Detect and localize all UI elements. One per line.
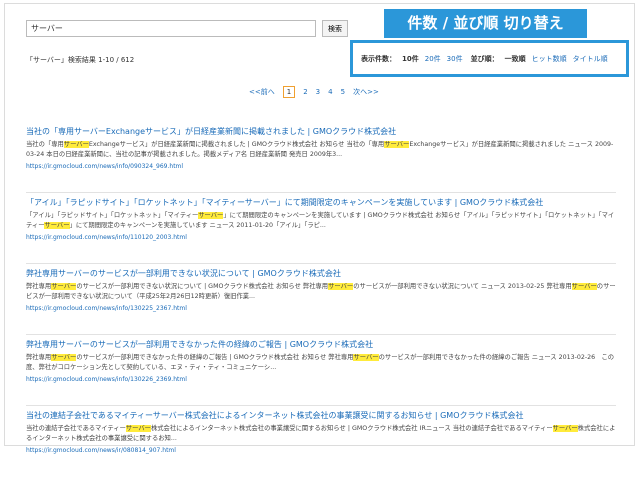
result-count: 「サーバー」検索結果 1-10 / 612 <box>26 56 135 64</box>
snippet-text: 弊社専用 <box>26 283 52 290</box>
count-option-20[interactable]: 20件 <box>425 54 441 64</box>
keyword-highlight: サーバー <box>198 212 224 219</box>
snippet-text: 「アイル」「ラピッドサイト」「ロケットネット」「マイティー <box>26 212 199 219</box>
keyword-highlight: サーバー <box>384 141 410 148</box>
snippet-text: のサービスが一部利用できない状況について ニュース 2013-02-25 弊社専… <box>353 283 572 290</box>
result-url-link[interactable]: https://ir.gmocloud.com/news/info/130225… <box>26 305 616 312</box>
result-title-link[interactable]: 「アイル」「ラピッドサイト」「ロケットネット」「マイティーサーバー」にて期間限定… <box>26 197 616 208</box>
result-title-link[interactable]: 弊社専用サーバーのサービスが一部利用できない状況について | GMOクラウド株式… <box>26 268 616 279</box>
page-2-link[interactable]: 2 <box>303 88 307 96</box>
snippet-text: Exchangeサービス」が日経産業新聞に掲載されました | GMOクラウド株式… <box>88 141 385 148</box>
result-item: 当社の「専用サーバーExchangeサービス」が日経産業新聞に掲載されました |… <box>26 126 616 193</box>
page-4-link[interactable]: 4 <box>328 88 332 96</box>
order-label: 並び順： <box>470 54 499 63</box>
result-url-link[interactable]: https://ir.gmocloud.com/news/info/110120… <box>26 234 616 241</box>
snippet-text: のサービスが一部利用できない状況について | GMOクラウド株式会社 お知らせ … <box>76 283 329 290</box>
search-input[interactable] <box>26 20 316 37</box>
result-snippet: 当社の連結子会社であるマイティーサーバー株式会社によるインターネット株式会社の事… <box>26 424 616 443</box>
result-snippet: 「アイル」「ラピッドサイト」「ロケットネット」「マイティーサーバー」にて期間限定… <box>26 211 616 230</box>
next-page-link[interactable]: 次へ>> <box>353 87 379 97</box>
result-snippet: 弊社専用サーバーのサービスが一部利用できない状況について | GMOクラウド株式… <box>26 282 616 301</box>
keyword-highlight: サーバー <box>571 283 597 290</box>
result-snippet: 当社の「専用サーバーExchangeサービス」が日経産業新聞に掲載されました |… <box>26 140 616 159</box>
keyword-highlight: サーバー <box>353 354 379 361</box>
snippet-text: 弊社専用 <box>26 354 52 361</box>
snippet-text: 当社の連結子会社であるマイティー <box>26 425 126 432</box>
prev-page-link[interactable]: <<前へ <box>249 87 275 97</box>
page-5-link[interactable]: 5 <box>341 88 345 96</box>
result-item: 弊社専用サーバーのサービスが一部利用できなかった件の経緯のご報告 | GMOクラ… <box>26 339 616 406</box>
keyword-highlight: サーバー <box>328 283 354 290</box>
order-current: 一致順 <box>504 54 526 63</box>
result-item: 弊社専用サーバーのサービスが一部利用できない状況について | GMOクラウド株式… <box>26 268 616 335</box>
result-item: 「アイル」「ラピッドサイト」「ロケットネット」「マイティーサーバー」にて期間限定… <box>26 197 616 264</box>
keyword-highlight: サーバー <box>125 425 151 432</box>
result-url-link[interactable]: https://ir.gmocloud.com/news/info/130226… <box>26 376 616 383</box>
snippet-text: のサービスが一部利用できなかった件の経緯のご報告 | GMOクラウド株式会社 お… <box>76 354 354 361</box>
snippet-text: 」にて期間限定のキャンペーンを実施しています ニュース 2011-01-20「ア… <box>69 221 326 229</box>
callout-label: 件数 / 並び順 切り替え <box>384 9 587 38</box>
search-button[interactable]: 検索 <box>322 20 348 37</box>
result-title-link[interactable]: 弊社専用サーバーのサービスが一部利用できなかった件の経緯のご報告 | GMOクラ… <box>26 339 616 350</box>
count-current: 10件 <box>402 54 419 63</box>
display-options: 表示件数： 10件 20件 30件 並び順： 一致順 ヒット数順 タイトル順 <box>350 40 629 77</box>
keyword-highlight: サーバー <box>51 354 77 361</box>
result-title-link[interactable]: 当社の連結子会社であるマイティーサーバー株式会社によるインターネット株式会社の事… <box>26 410 616 421</box>
result-snippet: 弊社専用サーバーのサービスが一部利用できなかった件の経緯のご報告 | GMOクラ… <box>26 353 616 372</box>
results-list: 当社の「専用サーバーExchangeサービス」が日経産業新聞に掲載されました |… <box>26 126 616 480</box>
search-bar: 検索 <box>26 20 348 37</box>
result-url-link[interactable]: https://ir.gmocloud.com/news/info/090324… <box>26 163 616 170</box>
order-option-hits[interactable]: ヒット数順 <box>532 54 567 64</box>
count-option-30[interactable]: 30件 <box>447 54 463 64</box>
result-title-link[interactable]: 当社の「専用サーバーExchangeサービス」が日経産業新聞に掲載されました |… <box>26 126 616 137</box>
page-1-current: 1 <box>282 86 296 98</box>
count-label: 表示件数： <box>361 54 396 63</box>
snippet-text: 当社の「専用 <box>26 141 64 148</box>
keyword-highlight: サーバー <box>51 283 77 290</box>
keyword-highlight: サーバー <box>44 221 70 229</box>
result-url-link[interactable]: https://ir.gmocloud.com/news/ir/080814_9… <box>26 447 616 454</box>
snippet-text: 株式会社によるインターネット株式会社の事業譲受に関するお知らせ | GMOクラウ… <box>150 425 553 432</box>
keyword-highlight: サーバー <box>63 141 89 148</box>
order-option-title[interactable]: タイトル順 <box>573 54 608 64</box>
pagination: <<前へ 1 2 3 4 5 次へ>> <box>245 86 383 98</box>
result-item: 当社の連結子会社であるマイティーサーバー株式会社によるインターネット株式会社の事… <box>26 410 616 476</box>
page-3-link[interactable]: 3 <box>316 88 320 96</box>
keyword-highlight: サーバー <box>552 425 578 432</box>
